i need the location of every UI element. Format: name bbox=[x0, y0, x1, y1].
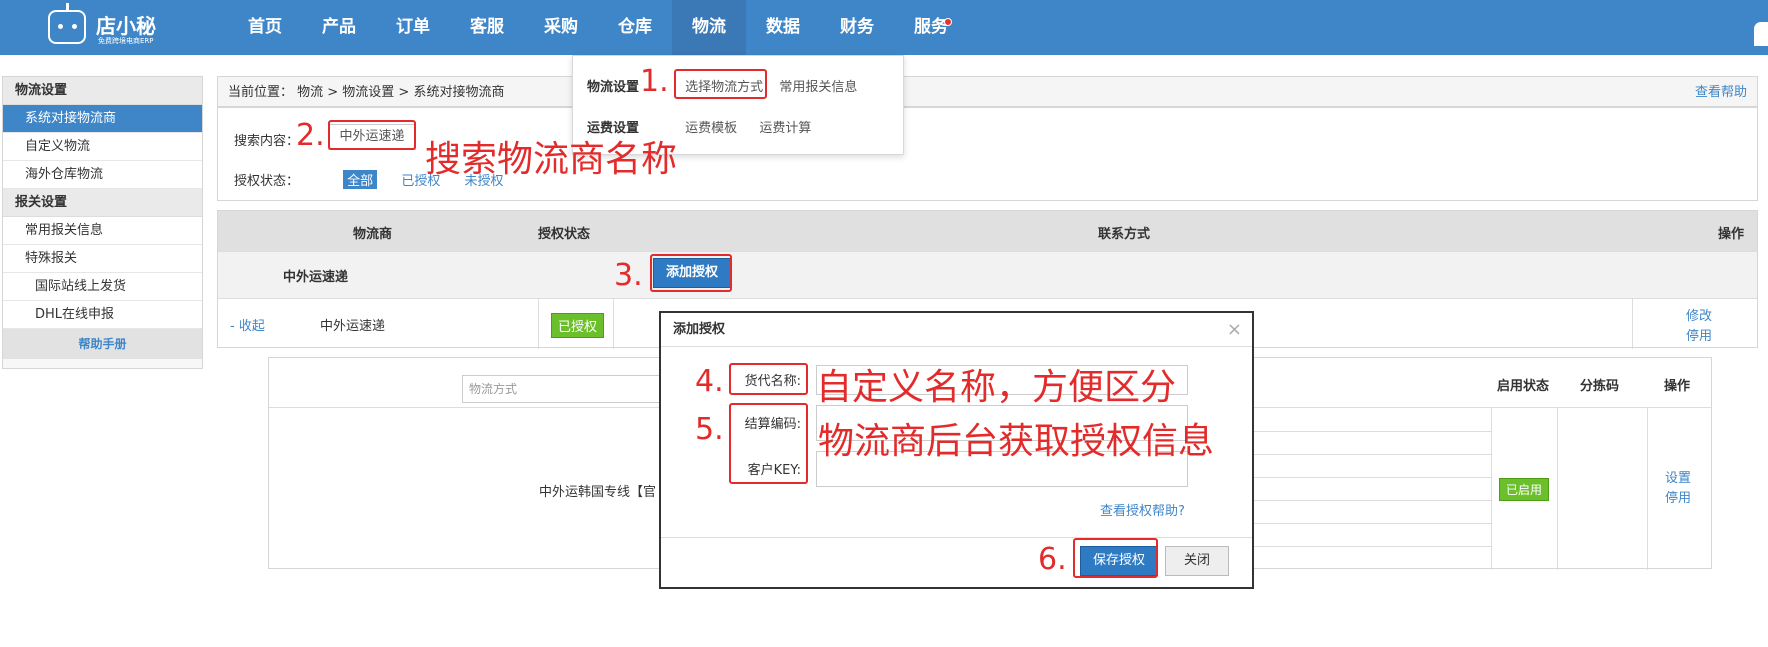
sidebar: 物流设置 系统对接物流商 自定义物流 海外仓库物流 报关设置 常用报关信息 特殊… bbox=[2, 76, 203, 369]
nav-services[interactable]: 服务 bbox=[894, 0, 968, 55]
menu-freight-calc[interactable]: 运费计算 bbox=[759, 121, 811, 136]
menu-freight-template[interactable]: 运费模板 bbox=[685, 121, 737, 136]
auth-status-badge: 已授权 bbox=[551, 313, 605, 338]
dropdown-heading-logistics: 物流设置 bbox=[587, 80, 640, 95]
row-line bbox=[1224, 523, 1491, 524]
step-number-4: 4. bbox=[695, 364, 724, 399]
sidebar-item-system-carriers[interactable]: 系统对接物流商 bbox=[3, 105, 202, 133]
row-line bbox=[1224, 454, 1491, 455]
annotation-get-auth-info: 物流商后台获取授权信息 bbox=[818, 421, 1215, 462]
annotation-custom-name: 自定义名称，方便区分 bbox=[816, 367, 1177, 408]
method-name: 中外运韩国专线【官 bbox=[539, 485, 657, 500]
highlight-box-select-method bbox=[674, 69, 767, 99]
annotation-search-carrier: 搜索物流商名称 bbox=[425, 139, 678, 180]
sidebar-heading-logistics: 物流设置 bbox=[3, 77, 202, 105]
nav-product[interactable]: 产品 bbox=[302, 0, 376, 55]
sidebar-item-special-customs[interactable]: 特殊报关 bbox=[3, 245, 202, 273]
breadcrumb-text: 当前位置： 物流 > 物流设置 > 系统对接物流商 bbox=[228, 85, 505, 100]
highlight-box-save bbox=[1073, 538, 1158, 578]
logo-name: 店小秘 bbox=[96, 14, 156, 38]
nav-purchase[interactable]: 采购 bbox=[524, 0, 598, 55]
auth-help-link[interactable]: 查看授权帮助? bbox=[1100, 500, 1185, 519]
nav-warehouse[interactable]: 仓库 bbox=[598, 0, 672, 55]
col-carrier: 物流商 bbox=[353, 227, 393, 242]
highlight-box-search bbox=[328, 120, 416, 150]
settings-link[interactable]: 设置 bbox=[1665, 467, 1691, 486]
method-filter-input[interactable]: 物流方式 bbox=[462, 375, 662, 403]
menu-customs-info[interactable]: 常用报关信息 bbox=[779, 80, 857, 95]
nav-home[interactable]: 首页 bbox=[228, 0, 302, 55]
row-divider bbox=[1632, 299, 1633, 349]
col-enabled: 启用状态 bbox=[1497, 379, 1550, 394]
row-line bbox=[1224, 500, 1491, 501]
close-button[interactable]: 关闭 bbox=[1165, 546, 1230, 576]
col-contact: 联系方式 bbox=[1098, 227, 1151, 242]
nav-finance[interactable]: 财务 bbox=[820, 0, 894, 55]
logo-slogan: 免费跨境电商ERP bbox=[98, 37, 154, 45]
sidebar-item-overseas-warehouse[interactable]: 海外仓库物流 bbox=[3, 161, 202, 189]
sidebar-help-manual[interactable]: 帮助手册 bbox=[3, 329, 202, 359]
nav-data[interactable]: 数据 bbox=[746, 0, 820, 55]
nav-order[interactable]: 订单 bbox=[376, 0, 450, 55]
notification-dot bbox=[944, 18, 952, 26]
enabled-badge: 已启用 bbox=[1499, 478, 1550, 501]
breadcrumb: 当前位置： 物流 > 物流设置 > 系统对接物流商 查看帮助 bbox=[217, 76, 1758, 107]
sidebar-heading-customs: 报关设置 bbox=[3, 189, 202, 217]
status-label: 授权状态： bbox=[234, 174, 300, 189]
sidebar-item-dhl[interactable]: DHL在线申报 bbox=[3, 301, 202, 329]
row-line bbox=[1224, 431, 1491, 432]
logo[interactable]: 店小秘 免费跨境电商ERP bbox=[48, 3, 198, 50]
edit-link[interactable]: 修改 bbox=[1686, 305, 1712, 324]
group-name: 中外运速递 bbox=[283, 270, 349, 285]
row-divider bbox=[538, 299, 539, 349]
modal-divider bbox=[661, 537, 1252, 538]
tab-all[interactable]: 全部 bbox=[343, 170, 378, 189]
disable-link[interactable]: 停用 bbox=[1686, 325, 1712, 344]
col-auth-status: 授权状态 bbox=[538, 227, 591, 242]
modal-title: 添加授权 bbox=[661, 313, 1252, 347]
help-link[interactable]: 查看帮助 bbox=[1695, 77, 1747, 108]
sidebar-item-custom-logistics[interactable]: 自定义物流 bbox=[3, 133, 202, 161]
sidebar-item-customs-info[interactable]: 常用报关信息 bbox=[3, 217, 202, 245]
sidebar-item-intl-station[interactable]: 国际站线上发货 bbox=[3, 273, 202, 301]
collapse-link[interactable]: - 收起 bbox=[230, 315, 265, 334]
col-divider bbox=[1557, 408, 1558, 570]
nav-service[interactable]: 客服 bbox=[450, 0, 524, 55]
col-operation: 操作 bbox=[1718, 227, 1745, 242]
row-line bbox=[1224, 546, 1491, 547]
nav-services-label: 服务 bbox=[914, 17, 948, 37]
table-header: 物流商 授权状态 联系方式 操作 bbox=[218, 211, 1757, 251]
search-label: 搜索内容： bbox=[234, 134, 300, 149]
col-sort-code: 分拣码 bbox=[1580, 379, 1620, 394]
row-divider bbox=[613, 299, 614, 349]
main-nav: 首页 产品 订单 客服 采购 仓库 物流 数据 财务 服务 bbox=[228, 0, 968, 55]
robot-logo-icon bbox=[48, 3, 86, 44]
carrier-group-row: 中外运速递 添加授权 bbox=[218, 251, 1757, 298]
close-icon[interactable]: × bbox=[1227, 313, 1242, 347]
col-divider bbox=[1491, 408, 1492, 570]
col-divider bbox=[1647, 408, 1648, 570]
step-number-5: 5. bbox=[695, 412, 724, 447]
step-number-2: 2. bbox=[296, 118, 325, 153]
carrier-name: 中外运速递 bbox=[320, 319, 386, 334]
row-line bbox=[1224, 477, 1491, 478]
user-icon[interactable] bbox=[1754, 22, 1768, 46]
disable-method-link[interactable]: 停用 bbox=[1665, 487, 1691, 506]
step-number-6: 6. bbox=[1038, 542, 1067, 577]
top-navbar: 店小秘 免费跨境电商ERP 首页 产品 订单 客服 采购 仓库 物流 数据 财务… bbox=[0, 0, 1768, 55]
highlight-box-auth-info bbox=[729, 403, 808, 484]
highlight-box-add-auth bbox=[650, 254, 732, 292]
step-number-3: 3. bbox=[614, 258, 643, 293]
nav-logistics[interactable]: 物流 bbox=[672, 0, 746, 55]
step-number-1: 1. bbox=[640, 64, 669, 99]
col-sub-operation: 操作 bbox=[1664, 379, 1691, 394]
highlight-box-forwarder-name bbox=[729, 363, 808, 395]
